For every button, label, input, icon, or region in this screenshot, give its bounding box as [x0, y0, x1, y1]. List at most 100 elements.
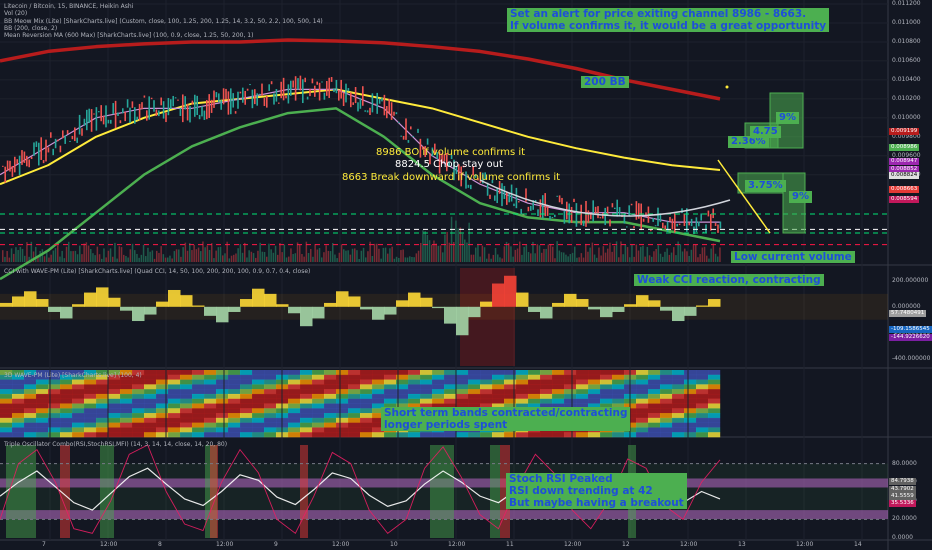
osc-axis-label: 80.0000: [892, 459, 917, 467]
candle: [359, 98, 362, 109]
wave-cell: [432, 374, 445, 380]
wave-cell: [636, 422, 649, 428]
volume-bar: [147, 247, 149, 262]
alert-annotation: Set an alert for price exiting channel 8…: [507, 8, 830, 32]
volume-bar: [362, 247, 365, 262]
wave-cell: [384, 379, 397, 385]
wave-cell: [60, 398, 73, 404]
candle: [153, 100, 155, 112]
cci-bar: [564, 293, 577, 307]
candle: [578, 221, 580, 223]
volume-bar: [197, 247, 200, 262]
wave-cell: [660, 379, 673, 385]
wave-cell: [384, 393, 397, 400]
wave-cell: [216, 393, 229, 400]
volume-bar: [156, 250, 158, 262]
volume-bar: [101, 258, 103, 262]
osc-highlight: [6, 445, 36, 538]
cci-bar: [588, 306, 601, 310]
candle: [177, 99, 179, 101]
volume-bar: [450, 216, 453, 262]
volume-bar: [437, 245, 440, 262]
volume-bar: [439, 245, 442, 262]
wave-cell: [240, 393, 253, 400]
wave-cell: [636, 403, 649, 409]
candle: [182, 94, 184, 123]
candle: [239, 91, 242, 94]
candle: [618, 207, 621, 217]
candle: [333, 88, 335, 93]
volume-bar: [134, 250, 136, 262]
wave-cell: [252, 403, 265, 409]
candle: [506, 191, 508, 205]
wave-cell: [456, 432, 469, 438]
wave-cell: [264, 413, 277, 419]
projection-box: [782, 172, 806, 234]
wave-cell: [684, 422, 697, 428]
volume-bar: [15, 247, 17, 262]
volume-bar: [316, 249, 319, 262]
volume-bar: [281, 252, 283, 262]
cci-bar: [708, 299, 721, 307]
wave-cell: [360, 379, 373, 385]
wave-cell: [516, 389, 529, 395]
volume-bar: [448, 242, 451, 262]
wave-cell: [492, 379, 505, 385]
wave-cell: [12, 389, 25, 395]
volume-bar: [508, 243, 510, 262]
wave-cell: [288, 417, 301, 423]
candle: [222, 88, 225, 105]
candle: [374, 103, 376, 105]
candle: [494, 195, 496, 201]
candle: [650, 230, 652, 232]
wave-cell: [600, 384, 613, 390]
wave-cell: [552, 432, 565, 438]
wave-cell: [12, 427, 25, 433]
wave-cell: [540, 389, 553, 395]
cci-bar: [300, 306, 313, 327]
wave-cell: [528, 374, 541, 380]
candle: [160, 97, 162, 106]
x-axis-label: 12:00: [680, 541, 698, 548]
wave-cell: [564, 398, 577, 404]
wave-cell: [468, 398, 481, 404]
volume-bar: [420, 242, 422, 262]
candle: [129, 107, 131, 123]
candle: [117, 112, 119, 116]
wave-cell: [636, 432, 649, 438]
volume-bar: [167, 257, 169, 262]
wave-cell: [0, 413, 13, 419]
cci-bar: [228, 306, 241, 312]
wave-cell: [108, 408, 121, 414]
cci-tag: -109.1586545: [889, 326, 932, 333]
candle: [213, 90, 215, 108]
volume-bar: [710, 248, 712, 262]
candle: [534, 199, 537, 202]
wave-cell: [540, 432, 553, 438]
wave-cell: [12, 417, 25, 423]
cci-axis-label: 0.000000: [892, 302, 921, 310]
candle: [719, 221, 722, 229]
candle: [30, 156, 33, 160]
candle: [707, 210, 710, 217]
wave-cell: [660, 417, 673, 423]
cci-bar: [600, 306, 613, 318]
wave-cell: [252, 427, 265, 433]
volume-bar: [681, 251, 684, 262]
wave-cell: [348, 393, 361, 400]
wave-cell: [168, 432, 181, 438]
x-axis-label: 12:00: [100, 541, 118, 548]
wave-cell: [636, 384, 649, 390]
volume-bar: [52, 250, 55, 262]
wave-cell: [444, 432, 457, 438]
osc-highlight-red: [210, 445, 218, 538]
candle: [530, 205, 532, 211]
candle: [227, 91, 230, 115]
wave-cell: [684, 432, 697, 438]
volume-bar: [239, 244, 242, 262]
price-tag: 0.008594: [889, 196, 920, 203]
volume-bar: [193, 244, 195, 262]
wave-cell: [348, 427, 361, 433]
wave-cell: [204, 384, 217, 390]
price-tag: 0.008947: [889, 158, 920, 165]
